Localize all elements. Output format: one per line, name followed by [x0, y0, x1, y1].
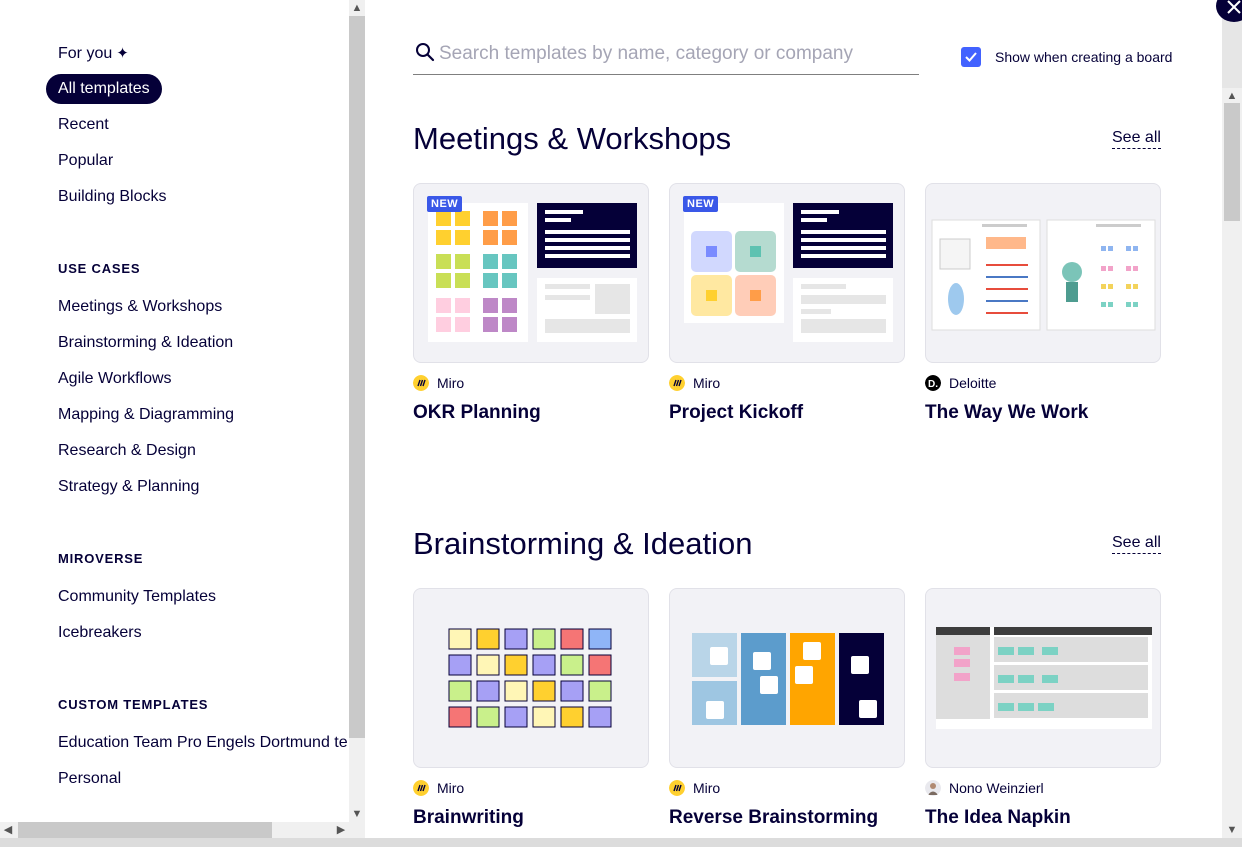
brainwriting-preview-image: [448, 628, 612, 728]
sidebar-item-strategy-planning[interactable]: Strategy & Planning: [58, 478, 199, 496]
sidebar-item-recent[interactable]: Recent: [58, 116, 109, 134]
new-badge: NEW: [427, 196, 463, 212]
sidebar-item-personal[interactable]: Personal: [58, 770, 121, 788]
search-input[interactable]: [439, 41, 909, 67]
svg-text:D.: D.: [928, 379, 938, 390]
miro-logo-icon: [413, 375, 429, 391]
sparkle-icon: ✦: [116, 45, 129, 62]
see-all-link[interactable]: See all: [1112, 129, 1161, 149]
section-title-brainstorming-ideation: Brainstorming & Ideation: [413, 526, 753, 561]
custom-templates-heading: CUSTOM TEMPLATES: [58, 697, 209, 712]
sidebar-item-agile-workflows[interactable]: Agile Workflows: [58, 370, 172, 388]
search-icon: [416, 43, 435, 62]
sidebar-item-icebreakers[interactable]: Icebreakers: [58, 624, 142, 642]
sidebar-item-popular[interactable]: Popular: [58, 152, 113, 170]
card-title[interactable]: The Idea Napkin: [925, 807, 1071, 829]
template-thumbnail: NEW: [413, 183, 649, 363]
scroll-up-arrow-icon[interactable]: ▲: [349, 0, 365, 16]
template-thumbnail: [413, 588, 649, 768]
card-title[interactable]: OKR Planning: [413, 402, 541, 424]
reverse-brainstorming-preview-image: [692, 633, 884, 725]
show-when-creating-label: Show when creating a board: [995, 49, 1173, 65]
background-strip: [0, 838, 1242, 847]
deloitte-logo-icon: D.: [925, 375, 941, 391]
template-thumbnail: [669, 588, 905, 768]
sidebar-item-building-blocks[interactable]: Building Blocks: [58, 188, 167, 206]
section-title-meetings-workshops: Meetings & Workshops: [413, 121, 732, 156]
sidebar-item-label: All templates: [58, 80, 150, 97]
avatar: [925, 780, 941, 796]
sidebar-item-meetings-workshops[interactable]: Meetings & Workshops: [58, 298, 222, 316]
scroll-left-arrow-icon[interactable]: ◀: [0, 822, 16, 838]
scroll-right-arrow-icon[interactable]: ▶: [333, 822, 349, 838]
sidebar-item-for-you[interactable]: For you ✦: [58, 44, 129, 63]
card-title[interactable]: Brainwriting: [413, 807, 524, 829]
sidebar-item-mapping-diagramming[interactable]: Mapping & Diagramming: [58, 406, 234, 424]
show-when-creating-checkbox[interactable]: [961, 47, 981, 67]
templates-main-panel: Show when creating a board Meetings & Wo…: [365, 0, 1222, 838]
card-title[interactable]: Project Kickoff: [669, 402, 803, 424]
scroll-down-arrow-icon[interactable]: ▼: [349, 806, 365, 822]
miro-logo-icon: [413, 780, 429, 796]
use-cases-heading: USE CASES: [58, 261, 141, 276]
main-vertical-scroll-thumb[interactable]: [1224, 103, 1240, 221]
sidebar-item-research-design[interactable]: Research & Design: [58, 442, 196, 460]
search-bar[interactable]: [413, 38, 919, 75]
checkmark-icon: [965, 52, 977, 62]
sidebar-item-community-templates[interactable]: Community Templates: [58, 588, 216, 606]
author-name: Miro: [437, 375, 465, 391]
close-icon: [1227, 0, 1241, 14]
author-name: Miro: [437, 780, 465, 796]
sidebar-item-education-team[interactable]: Education Team Pro Engels Dortmund te: [58, 734, 348, 752]
template-thumbnail: NEW: [669, 183, 905, 363]
idea-napkin-preview-image: [936, 627, 1152, 729]
template-thumbnail: [925, 183, 1161, 363]
card-title[interactable]: Reverse Brainstorming: [669, 807, 878, 829]
the-way-we-work-preview-image: [931, 219, 1156, 331]
sidebar-item-all-templates[interactable]: All templates: [46, 74, 162, 104]
new-badge: NEW: [683, 196, 719, 212]
sidebar-item-label: For you: [58, 45, 113, 62]
scroll-down-arrow-icon[interactable]: ▼: [1224, 822, 1240, 838]
author-name: Miro: [693, 780, 721, 796]
sidebar-vertical-scroll-thumb[interactable]: [349, 16, 365, 738]
sidebar-item-brainstorming-ideation[interactable]: Brainstorming & Ideation: [58, 334, 233, 352]
miro-logo-icon: [669, 780, 685, 796]
author-name: Deloitte: [949, 375, 997, 391]
card-title[interactable]: The Way We Work: [925, 402, 1088, 424]
miroverse-heading: MIROVERSE: [58, 551, 144, 566]
sidebar: For you ✦ All templates Recent Popular Bu…: [0, 0, 349, 822]
author-name: Miro: [693, 375, 721, 391]
template-thumbnail: [925, 588, 1161, 768]
see-all-link[interactable]: See all: [1112, 534, 1161, 554]
miro-logo-icon: [669, 375, 685, 391]
scrollbar-corner: [349, 822, 365, 838]
scroll-up-arrow-icon[interactable]: ▲: [1224, 88, 1240, 104]
sidebar-horizontal-scroll-thumb[interactable]: [18, 822, 272, 838]
author-name: Nono Weinzierl: [949, 780, 1044, 796]
